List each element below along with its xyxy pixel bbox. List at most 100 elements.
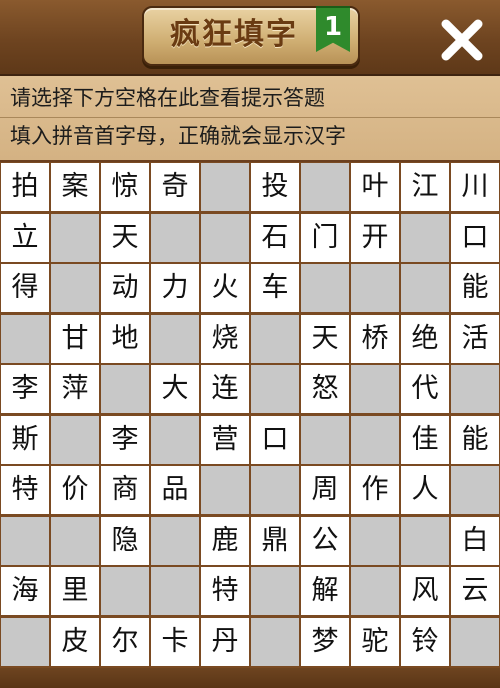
top-bar: 疯狂填字 1 bbox=[0, 0, 500, 76]
game-title-plaque: 疯狂填字 1 bbox=[142, 6, 360, 66]
grid-cell[interactable]: 里 bbox=[51, 567, 99, 615]
grid-cell[interactable]: 怒 bbox=[301, 365, 349, 413]
grid-cell[interactable]: 口 bbox=[251, 415, 299, 464]
grid-cell[interactable]: 石 bbox=[251, 213, 299, 262]
grid-cell[interactable]: 甘 bbox=[51, 314, 99, 363]
grid-cell[interactable]: 价 bbox=[51, 466, 99, 514]
blocked-cell bbox=[301, 163, 349, 211]
grid-cell[interactable]: 营 bbox=[201, 415, 249, 464]
grid-cell[interactable]: 天 bbox=[301, 314, 349, 363]
grid-cell[interactable]: 特 bbox=[201, 567, 249, 615]
blocked-cell bbox=[401, 516, 449, 565]
blocked-cell bbox=[351, 365, 399, 413]
blocked-cell bbox=[251, 365, 299, 413]
grid-cell[interactable]: 梦 bbox=[301, 617, 349, 666]
grid-cell[interactable]: 叶 bbox=[351, 163, 399, 211]
blocked-cell bbox=[351, 567, 399, 615]
blocked-cell bbox=[101, 567, 149, 615]
blocked-cell bbox=[201, 213, 249, 262]
blocked-cell bbox=[351, 516, 399, 565]
hint-panel: 请选择下方空格在此查看提示答题 填入拼音首字母，正确就会显示汉字 bbox=[0, 76, 500, 160]
grid-cell[interactable]: 斯 bbox=[1, 415, 49, 464]
hint-line-2: 填入拼音首字母，正确就会显示汉字 bbox=[10, 124, 346, 148]
grid-cell[interactable]: 绝 bbox=[401, 314, 449, 363]
grid-cell[interactable]: 拍 bbox=[1, 163, 49, 211]
grid-cell[interactable]: 得 bbox=[1, 264, 49, 312]
close-button[interactable] bbox=[436, 14, 488, 66]
grid-cell[interactable]: 公 bbox=[301, 516, 349, 565]
grid-cell[interactable]: 投 bbox=[251, 163, 299, 211]
grid-cell[interactable]: 丹 bbox=[201, 617, 249, 666]
grid-cell[interactable]: 桥 bbox=[351, 314, 399, 363]
grid-cell[interactable]: 能 bbox=[451, 415, 499, 464]
grid-cell[interactable]: 连 bbox=[201, 365, 249, 413]
grid-cell[interactable]: 动 bbox=[101, 264, 149, 312]
blocked-cell bbox=[351, 415, 399, 464]
grid-cell[interactable]: 地 bbox=[101, 314, 149, 363]
grid-cell[interactable]: 鹿 bbox=[201, 516, 249, 565]
grid-cell[interactable]: 周 bbox=[301, 466, 349, 514]
grid-cell[interactable]: 大 bbox=[151, 365, 199, 413]
grid-cell[interactable]: 李 bbox=[1, 365, 49, 413]
blocked-cell bbox=[401, 213, 449, 262]
grid-cell[interactable]: 案 bbox=[51, 163, 99, 211]
blocked-cell bbox=[251, 314, 299, 363]
hint-line-1: 请选择下方空格在此查看提示答题 bbox=[10, 86, 325, 110]
grid-cell[interactable]: 立 bbox=[1, 213, 49, 262]
grid-cell[interactable]: 作 bbox=[351, 466, 399, 514]
grid-cell[interactable]: 海 bbox=[1, 567, 49, 615]
grid-cell[interactable]: 尔 bbox=[101, 617, 149, 666]
blocked-cell bbox=[201, 163, 249, 211]
blocked-cell bbox=[251, 567, 299, 615]
grid-cell[interactable]: 活 bbox=[451, 314, 499, 363]
grid-cell[interactable]: 开 bbox=[351, 213, 399, 262]
grid-cell[interactable]: 皮 bbox=[51, 617, 99, 666]
grid-cell[interactable]: 口 bbox=[451, 213, 499, 262]
grid-cell[interactable]: 惊 bbox=[101, 163, 149, 211]
blocked-cell bbox=[51, 516, 99, 565]
grid-cell[interactable]: 车 bbox=[251, 264, 299, 312]
blocked-cell bbox=[351, 264, 399, 312]
close-icon bbox=[441, 19, 483, 61]
grid-cell[interactable]: 商 bbox=[101, 466, 149, 514]
blocked-cell bbox=[151, 516, 199, 565]
grid-cell[interactable]: 特 bbox=[1, 466, 49, 514]
blocked-cell bbox=[151, 567, 199, 615]
grid-cell[interactable]: 江 bbox=[401, 163, 449, 211]
crossword-grid: 拍案惊奇投叶江川立天石门开口得动力火车能甘地烧天桥绝活李萍大连怒代斯李营口佳能特… bbox=[0, 162, 500, 668]
blocked-cell bbox=[101, 365, 149, 413]
blocked-cell bbox=[1, 516, 49, 565]
grid-cell[interactable]: 解 bbox=[301, 567, 349, 615]
grid-cell[interactable]: 驼 bbox=[351, 617, 399, 666]
grid-cell[interactable]: 风 bbox=[401, 567, 449, 615]
blocked-cell bbox=[51, 415, 99, 464]
grid-cell[interactable]: 天 bbox=[101, 213, 149, 262]
grid-cell[interactable]: 隐 bbox=[101, 516, 149, 565]
grid-cell[interactable]: 火 bbox=[201, 264, 249, 312]
grid-cell[interactable]: 白 bbox=[451, 516, 499, 565]
grid-cell[interactable]: 能 bbox=[451, 264, 499, 312]
blocked-cell bbox=[451, 617, 499, 666]
blocked-cell bbox=[51, 213, 99, 262]
blocked-cell bbox=[301, 264, 349, 312]
blocked-cell bbox=[401, 264, 449, 312]
grid-cell[interactable]: 鼎 bbox=[251, 516, 299, 565]
grid-cell[interactable]: 佳 bbox=[401, 415, 449, 464]
blocked-cell bbox=[1, 314, 49, 363]
grid-cell[interactable]: 代 bbox=[401, 365, 449, 413]
grid-cell[interactable]: 品 bbox=[151, 466, 199, 514]
grid-cell[interactable]: 卡 bbox=[151, 617, 199, 666]
grid-cell[interactable]: 铃 bbox=[401, 617, 449, 666]
blocked-cell bbox=[1, 617, 49, 666]
grid-cell[interactable]: 萍 bbox=[51, 365, 99, 413]
blocked-cell bbox=[201, 466, 249, 514]
grid-cell[interactable]: 人 bbox=[401, 466, 449, 514]
blocked-cell bbox=[51, 264, 99, 312]
grid-cell[interactable]: 力 bbox=[151, 264, 199, 312]
grid-cell[interactable]: 奇 bbox=[151, 163, 199, 211]
grid-cell[interactable]: 川 bbox=[451, 163, 499, 211]
grid-cell[interactable]: 云 bbox=[451, 567, 499, 615]
grid-cell[interactable]: 烧 bbox=[201, 314, 249, 363]
grid-cell[interactable]: 李 bbox=[101, 415, 149, 464]
grid-cell[interactable]: 门 bbox=[301, 213, 349, 262]
